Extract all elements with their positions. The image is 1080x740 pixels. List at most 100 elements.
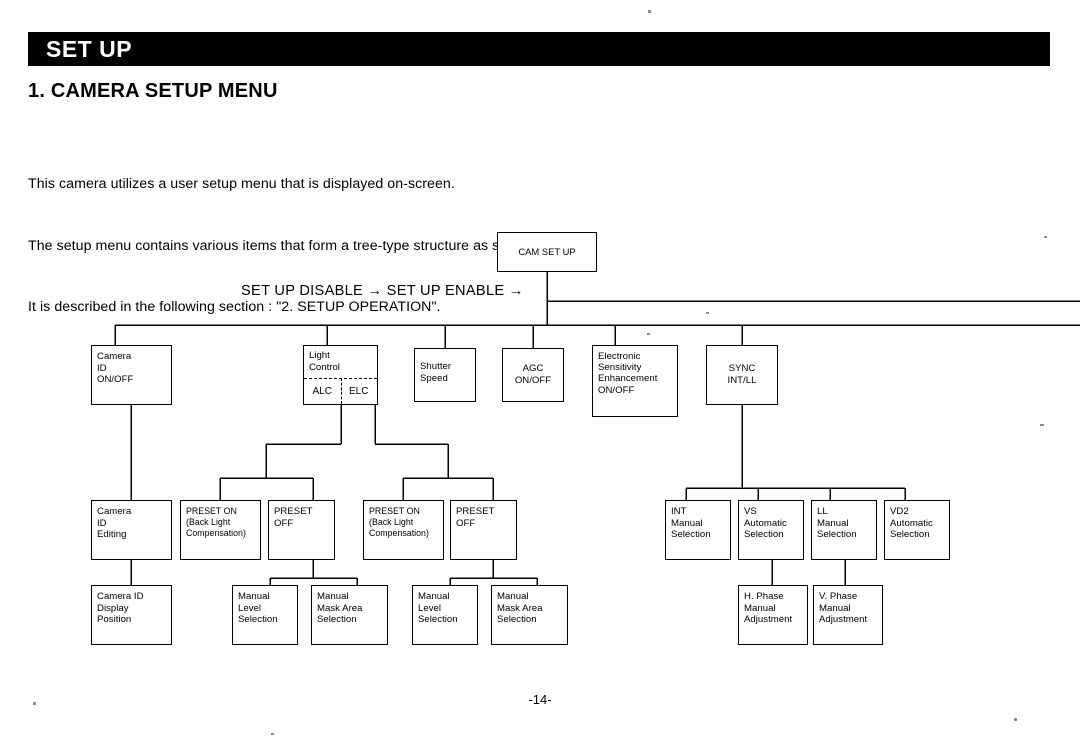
node-electronic-sensitivity-enhancement[interactable]: Electronic Sensitivity Enhancement ON/OF… (592, 345, 678, 417)
node-cam-set-up[interactable]: CAM SET UP (497, 232, 597, 272)
node-camera-id-editing[interactable]: Camera ID Editing (91, 500, 172, 560)
node-line: Mask Area (317, 602, 363, 614)
node-line: INT (671, 506, 687, 517)
node-line: AGC (522, 363, 544, 375)
node-line: (Back Light (186, 517, 231, 528)
node-line: Position (97, 614, 132, 626)
scan-speck (1044, 236, 1047, 238)
page-number: -14- (528, 692, 552, 707)
node-line: LL (817, 506, 828, 517)
node-line: ON/OFF (514, 375, 552, 386)
node-line: Control (309, 361, 340, 373)
node-sync-int-manual-selection[interactable]: INT Manual Selection (665, 500, 731, 560)
setup-enable-flow-label: SET UP DISABLE → SET UP ENABLE → (241, 283, 524, 299)
node-line: OFF (456, 517, 476, 529)
scan-speck (648, 10, 651, 13)
node-line: Light (309, 350, 330, 361)
node-line: Shutter (420, 361, 452, 372)
node-line: (Back Light (369, 517, 414, 528)
node-light-control[interactable]: Light Control ALC ELC (303, 345, 378, 405)
node-line: Manual (317, 591, 349, 602)
node-line: Compensation) (369, 528, 429, 539)
node-camera-id-display-position[interactable]: Camera ID Display Position (91, 585, 172, 645)
node-line: VS (744, 506, 757, 517)
scan-speck (1014, 718, 1017, 721)
node-line: ALC (312, 385, 332, 397)
scan-speck (33, 702, 36, 705)
node-line: INT/LL (727, 375, 757, 386)
node-line: Selection (317, 614, 357, 626)
node-line: Enhancement (598, 373, 658, 385)
node-manual-level-selection-elc[interactable]: Manual Level Selection (412, 585, 478, 645)
node-line: ID (97, 517, 107, 529)
node-line: PRESET (274, 506, 313, 517)
node-agc-onoff[interactable]: AGC ON/OFF (502, 348, 564, 402)
node-line: Selection (671, 529, 711, 541)
scan-speck (271, 733, 274, 735)
scan-speck (1040, 424, 1044, 426)
node-preset-on-elc[interactable]: PRESET ON (Back Light Compensation) (363, 500, 444, 560)
node-line: Level (418, 602, 442, 614)
node-shutter-speed[interactable]: Shutter Speed (414, 348, 476, 402)
node-line: Automatic (890, 517, 933, 529)
node-line: Manual (744, 602, 776, 614)
light-control-title: Light Control (309, 350, 340, 373)
node-preset-off-alc[interactable]: PRESET OFF (268, 500, 335, 560)
node-manual-level-selection-alc[interactable]: Manual Level Selection (232, 585, 298, 645)
node-line: Selection (418, 614, 458, 626)
scan-speck (647, 333, 650, 335)
node-line: Selection (890, 529, 930, 541)
node-line: Camera (97, 351, 132, 362)
node-line: Speed (420, 372, 448, 384)
node-sync-int-ll[interactable]: SYNC INT/LL (706, 345, 778, 405)
node-line: ON/OFF (598, 384, 635, 396)
node-line: Manual (819, 602, 851, 614)
node-line: Selection (817, 529, 857, 541)
node-line: Manual (238, 591, 270, 602)
node-alc-cell[interactable]: ALC (304, 378, 341, 404)
node-line: Manual (817, 517, 849, 529)
node-line: Editing (97, 529, 127, 541)
node-line: Selection (497, 614, 537, 626)
node-line: OFF (274, 517, 294, 529)
node-line: Selection (238, 614, 278, 626)
scan-speck (706, 312, 709, 314)
node-line: Electronic (598, 351, 641, 362)
node-h-phase-manual-adjustment[interactable]: H. Phase Manual Adjustment (738, 585, 808, 645)
node-line: SYNC (728, 363, 756, 375)
node-line: Display (97, 602, 129, 614)
manual-page: SET UP 1. CAMERA SETUP MENU This camera … (0, 0, 1080, 740)
node-line: ID (97, 362, 107, 374)
node-line: Mask Area (497, 602, 543, 614)
node-line: VD2 (890, 506, 909, 517)
node-line: Camera (97, 506, 132, 517)
node-v-phase-manual-adjustment[interactable]: V. Phase Manual Adjustment (813, 585, 883, 645)
node-label: CAM SET UP (518, 246, 576, 258)
node-line: PRESET (456, 506, 495, 517)
node-line: PRESET ON (369, 506, 420, 516)
node-sync-ll-manual-selection[interactable]: LL Manual Selection (811, 500, 877, 560)
node-line: Manual (497, 591, 529, 602)
node-manual-mask-area-selection-elc[interactable]: Manual Mask Area Selection (491, 585, 568, 645)
node-line: ON/OFF (97, 374, 134, 386)
node-camera-id-onoff[interactable]: Camera ID ON/OFF (91, 345, 172, 405)
node-manual-mask-area-selection-alc[interactable]: Manual Mask Area Selection (311, 585, 388, 645)
node-line: Sensitivity (598, 362, 642, 374)
node-preset-off-elc[interactable]: PRESET OFF (450, 500, 517, 560)
node-line: PRESET ON (186, 506, 237, 516)
node-sync-vs-automatic-selection[interactable]: VS Automatic Selection (738, 500, 804, 560)
node-line: Manual (418, 591, 450, 602)
node-elc-cell[interactable]: ELC (341, 378, 378, 404)
node-line: ELC (349, 385, 369, 397)
node-line: Level (238, 602, 262, 614)
node-preset-on-alc[interactable]: PRESET ON (Back Light Compensation) (180, 500, 261, 560)
node-line: Automatic (744, 517, 787, 529)
node-line: H. Phase (744, 591, 784, 602)
node-line: Adjustment (819, 614, 868, 626)
node-line: Adjustment (744, 614, 793, 626)
node-sync-vd2-automatic-selection[interactable]: VD2 Automatic Selection (884, 500, 950, 560)
node-line: Manual (671, 517, 703, 529)
node-line: V. Phase (819, 591, 858, 602)
node-line: Selection (744, 529, 784, 541)
node-line: Camera ID (97, 591, 144, 602)
